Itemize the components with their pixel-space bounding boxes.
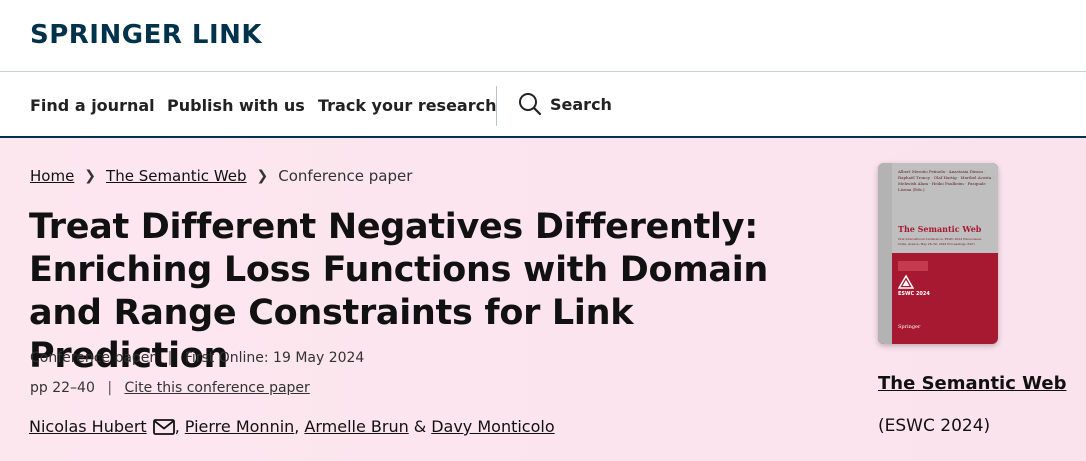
book-subtitle: (ESWC 2024) [878,416,991,436]
search-icon [519,93,542,116]
breadcrumb: Home ❯ The Semantic Web ❯ Conference pap… [30,167,412,185]
author-ampersand: & [413,417,427,436]
paper-meta: Conference paper | First Online: 19 May … [30,350,364,366]
search-button[interactable]: Search [518,92,612,116]
springer-link-logo[interactable]: SPRINGER LINK [30,20,262,50]
nav-track-your-research[interactable]: Track your research [318,96,497,115]
top-bar: SPRINGER LINK [0,0,1086,72]
main-navigation: Find a journal Publish with us Track you… [0,72,1086,138]
book-cover-image[interactable]: Albert Meroño Peñuela · Anastasia Dimou … [878,163,998,344]
cover-title: The Semantic Web [898,224,982,234]
search-label: Search [550,94,612,114]
breadcrumb-current: Conference paper [278,167,413,185]
cite-this-paper-link[interactable]: Cite this conference paper [124,380,309,396]
paper-pages-row: pp 22–40 | Cite this conference paper [30,380,310,396]
breadcrumb-the-semantic-web[interactable]: The Semantic Web [106,167,247,185]
chevron-right-icon: ❯ [84,168,97,184]
author-separator: , [294,417,300,436]
meta-separator: | [167,350,173,366]
eswc-logo-icon [898,275,914,289]
cover-publisher: Springer [898,324,921,330]
first-online-date: First Online: 19 May 2024 [184,350,365,366]
author-list: Nicolas Hubert , Pierre Monnin , Armelle… [29,417,555,436]
paper-type: Conference paper [30,350,156,366]
article-hero: Home ❯ The Semantic Web ❯ Conference pap… [0,138,1086,461]
author-link[interactable]: Davy Monticolo [431,417,554,436]
meta-separator: | [107,380,113,396]
author-link[interactable]: Armelle Brun [304,417,408,436]
cover-band [898,261,928,271]
envelope-icon[interactable] [152,418,175,436]
nav-divider [496,86,497,126]
author-link[interactable]: Pierre Monnin [185,417,295,436]
cover-spine [878,163,892,344]
nav-publish-with-us[interactable]: Publish with us [167,96,305,115]
cover-subtitle: 21st International Conference, ESWC 2024… [898,237,983,246]
author-separator: , [174,417,180,436]
nav-find-a-journal[interactable]: Find a journal [30,96,155,115]
page-range: pp 22–40 [30,380,95,396]
cover-event-logo: ESWC 2024 [898,291,930,297]
cover-editors: Albert Meroño Peñuela · Anastasia Dimou … [898,169,994,192]
breadcrumb-home[interactable]: Home [30,167,74,185]
book-title-link[interactable]: The Semantic Web [878,373,1066,394]
chevron-right-icon: ❯ [256,168,269,184]
author-link[interactable]: Nicolas Hubert [29,417,147,436]
